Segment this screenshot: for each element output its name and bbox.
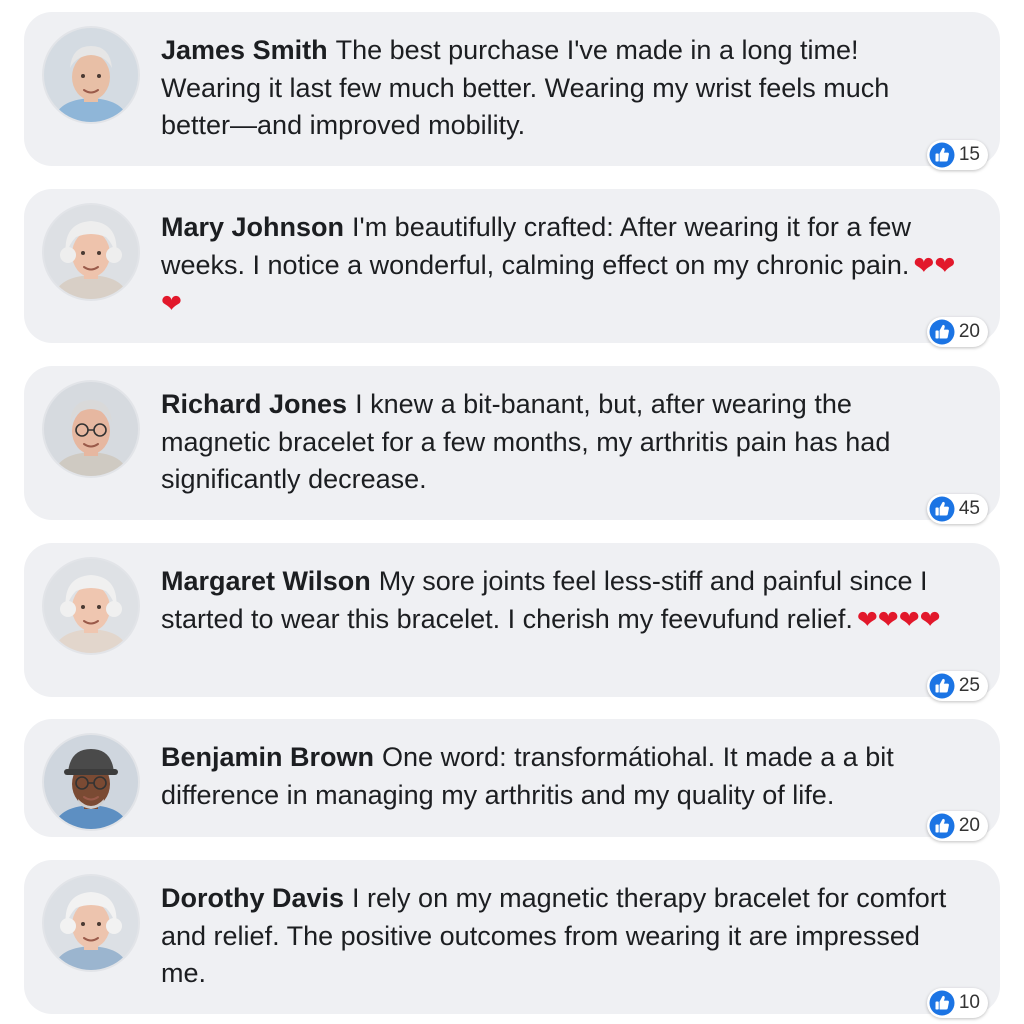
like-count: 25 [958,675,980,696]
like-count-badge[interactable]: 20 [926,317,988,347]
comment-card: Dorothy Davis I rely on my magnetic thera… [24,860,1000,1018]
like-count: 10 [958,992,980,1013]
like-count-badge[interactable]: 10 [926,988,988,1018]
comment-author[interactable]: Benjamin Brown [161,742,374,772]
comment-card: Benjamin Brown One word: transformátiohal… [24,719,1000,841]
comment-text: Mary Johnson I'm beautifully crafted: Aft… [161,209,961,324]
comment-author[interactable]: Mary Johnson [161,212,344,242]
like-count: 20 [958,321,980,342]
like-count-badge[interactable]: 45 [926,494,988,524]
avatar[interactable] [44,559,138,653]
comment-text: Benjamin Brown One word: transformátiohal… [161,739,961,815]
like-count-badge[interactable]: 20 [926,811,988,841]
comment-author[interactable]: James Smith [161,35,328,65]
avatar[interactable] [44,382,138,476]
like-count: 15 [958,144,980,165]
comment-card: Margaret Wilson My sore joints feel less-… [24,543,1000,701]
heart-emojis: ❤❤❤❤ [856,605,941,634]
thumbs-up-icon [929,496,955,522]
comment-text: Margaret Wilson My sore joints feel less-… [161,563,961,639]
avatar[interactable] [44,28,138,122]
thumbs-up-icon [929,990,955,1016]
like-count: 45 [958,498,980,519]
comment-card: Mary Johnson I'm beautifully crafted: Aft… [24,189,1000,347]
comment-card: James Smith The best purchase I've made i… [24,12,1000,170]
comment-card: Richard Jones I knew a bit-banant, but, a… [24,366,1000,524]
like-count-badge[interactable]: 25 [926,671,988,701]
thumbs-up-icon [929,142,955,168]
comment-text: Dorothy Davis I rely on my magnetic thera… [161,880,961,994]
avatar[interactable] [44,876,138,970]
comment-author[interactable]: Margaret Wilson [161,566,371,596]
comment-author[interactable]: Dorothy Davis [161,883,344,913]
thumbs-up-icon [929,673,955,699]
thumbs-up-icon [929,813,955,839]
avatar[interactable] [44,205,138,299]
thumbs-up-icon [929,319,955,345]
like-count-badge[interactable]: 15 [926,140,988,170]
avatar[interactable] [44,735,138,829]
comment-text: Richard Jones I knew a bit-banant, but, a… [161,386,961,500]
comment-text: James Smith The best purchase I've made i… [161,32,961,146]
like-count: 20 [958,815,980,836]
comment-author[interactable]: Richard Jones [161,389,347,419]
